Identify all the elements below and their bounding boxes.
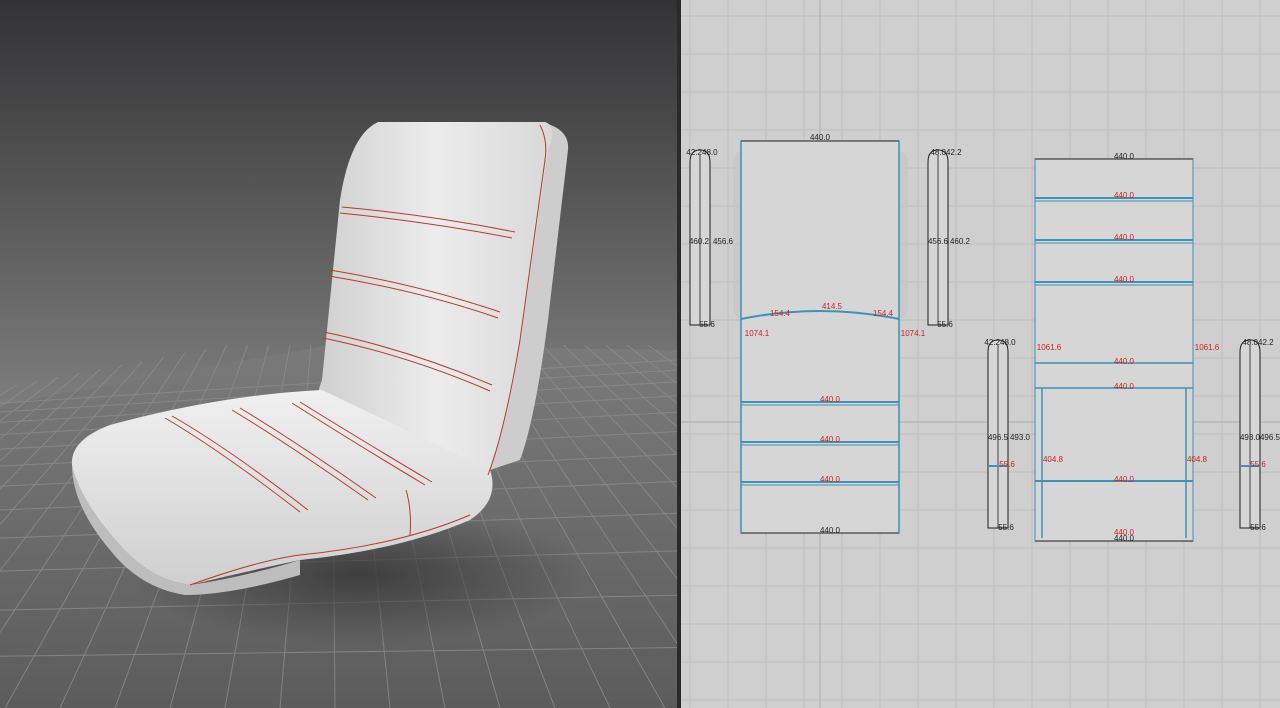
viewport-2d-pattern[interactable]: 440.0 154.4 414.5 154.4 1074.1 1074.1 44… [681, 0, 1280, 708]
back-panel-curve-right: 154.4 [873, 309, 894, 318]
left-strip-bottom-height-a: 496.5 [988, 433, 1009, 442]
back-panel-strip-label-1: 440.0 [820, 395, 841, 404]
right-strip-bottom-mid: 55.6 [1250, 460, 1266, 469]
seat-panel-mid-label: 440.0 [1114, 357, 1135, 366]
right-strip-bottom-height-b: 496.5 [1260, 433, 1280, 442]
seat-panel-top-width: 440.0 [1114, 152, 1135, 161]
back-panel-top-width: 440.0 [810, 133, 831, 142]
seat-panel-center-label: 440.0 [1114, 475, 1135, 484]
back-panel-bottom-width: 440.0 [820, 526, 841, 535]
seat-panel-strip-label-1: 440.0 [1114, 191, 1135, 200]
back-panel[interactable]: 440.0 154.4 414.5 154.4 1074.1 1074.1 44… [733, 133, 926, 535]
left-strip-top-width: 42.248.0 [686, 148, 718, 157]
back-panel-curve-mid: 414.5 [822, 302, 843, 311]
seat-panel-right-side: 404.8 [1187, 455, 1208, 464]
right-strip-top-bottom: 55.6 [937, 320, 953, 329]
seat-panel[interactable]: 440.0 440.0 440.0 440.0 1061.6 1061.6 44… [1034, 152, 1220, 543]
right-strip-top-height-b: 460.2 [950, 237, 971, 246]
seat-panel-bottom-width: 440.0 [1114, 534, 1135, 543]
seat-panel-strip-label-2: 440.0 [1114, 233, 1135, 242]
viewport-3d[interactable] [0, 0, 677, 708]
right-strip-bottom-height-a: 493.0 [1240, 433, 1261, 442]
back-panel-left-mark: 1074.1 [745, 329, 770, 338]
right-strip-bottom-width: 48.042.2 [1242, 338, 1274, 347]
back-panel-curve-left: 154.4 [770, 309, 791, 318]
seat-panel-lower-top-label: 440.0 [1114, 382, 1135, 391]
pattern-canvas[interactable]: 440.0 154.4 414.5 154.4 1074.1 1074.1 44… [681, 0, 1280, 708]
viewport-3d-canvas[interactable] [0, 0, 677, 708]
seat-panel-right-mark: 1061.6 [1195, 343, 1220, 352]
right-strip-top-width: 48.042.2 [930, 148, 962, 157]
seat-panel-left-side: 404.8 [1043, 455, 1064, 464]
left-strip-bottom-width: 42.248.0 [984, 338, 1016, 347]
left-strip-bottom-height-b: 493.0 [1010, 433, 1031, 442]
left-strip-top-height-a: 460.2 [689, 237, 710, 246]
left-strip-bottom-bottom: 55.6 [998, 523, 1014, 532]
back-panel-strip-label-2: 440.0 [820, 435, 841, 444]
back-panel-right-mark: 1074.1 [901, 329, 926, 338]
seat-panel-strip-label-3: 440.0 [1114, 275, 1135, 284]
back-panel-strip-label-3: 440.0 [820, 475, 841, 484]
left-strip-top-height-b: 456.6 [713, 237, 734, 246]
right-strip-top-height-a: 456.6 [928, 237, 949, 246]
seat-panel-left-mark: 1061.6 [1037, 343, 1062, 352]
right-strip-bottom-bottom: 55.6 [1250, 523, 1266, 532]
left-strip-top-bottom: 55.6 [699, 320, 715, 329]
left-strip-bottom-mid: 55.6 [999, 460, 1015, 469]
